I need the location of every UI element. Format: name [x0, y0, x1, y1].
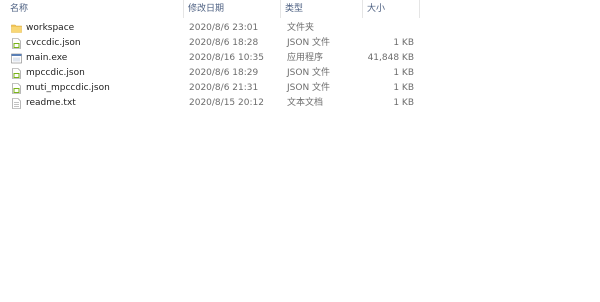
file-name: mpccdic.json — [26, 68, 85, 78]
file-size: 1 KB — [393, 83, 414, 93]
file-type: JSON 文件 — [287, 68, 331, 78]
file-name: cvccdic.json — [26, 38, 81, 48]
json-file-icon — [11, 38, 22, 49]
file-name: muti_mpccdic.json — [26, 83, 110, 93]
file-row[interactable]: readme.txt 2020/8/15 20:12 文本文档 1 KB — [0, 96, 420, 111]
json-file-icon — [11, 83, 22, 94]
file-size: 1 KB — [393, 98, 414, 108]
file-name: main.exe — [26, 53, 68, 63]
file-date: 2020/8/15 20:12 — [189, 98, 264, 108]
folder-icon — [11, 23, 22, 34]
exe-file-icon — [11, 53, 22, 64]
json-file-icon — [11, 68, 22, 79]
file-type: JSON 文件 — [287, 83, 331, 93]
file-date: 2020/8/6 21:31 — [189, 83, 259, 93]
file-row[interactable]: workspace 2020/8/6 23:01 文件夹 — [0, 21, 420, 36]
file-name: workspace — [26, 23, 75, 33]
column-header-type[interactable]: 类型 — [281, 0, 363, 18]
column-header-size[interactable]: 大小 — [363, 0, 420, 18]
file-size: 41,848 KB — [367, 53, 414, 63]
text-file-icon — [11, 98, 22, 109]
file-type: 文本文档 — [287, 98, 324, 108]
column-header-date-modified[interactable]: 修改日期 — [184, 0, 281, 18]
file-date: 2020/8/16 10:35 — [189, 53, 264, 63]
file-explorer-list: 名称 修改日期 类型 大小 workspace 2020/8/6 23:01 文… — [0, 0, 600, 302]
file-type: 应用程序 — [287, 53, 324, 63]
file-date: 2020/8/6 23:01 — [189, 23, 259, 33]
file-type: 文件夹 — [287, 23, 315, 33]
column-header-name[interactable]: 名称 — [6, 0, 184, 18]
file-date: 2020/8/6 18:28 — [189, 38, 259, 48]
file-row[interactable]: cvccdic.json 2020/8/6 18:28 JSON 文件 1 KB — [0, 36, 420, 51]
file-row[interactable]: mpccdic.json 2020/8/6 18:29 JSON 文件 1 KB — [0, 66, 420, 81]
file-name: readme.txt — [26, 98, 76, 108]
file-type: JSON 文件 — [287, 38, 331, 48]
file-size: 1 KB — [393, 68, 414, 78]
file-size: 1 KB — [393, 38, 414, 48]
column-header-row: 名称 修改日期 类型 大小 — [0, 0, 420, 18]
file-row[interactable]: main.exe 2020/8/16 10:35 应用程序 41,848 KB — [0, 51, 420, 66]
file-row[interactable]: muti_mpccdic.json 2020/8/6 21:31 JSON 文件… — [0, 81, 420, 96]
file-date: 2020/8/6 18:29 — [189, 68, 259, 78]
file-list: workspace 2020/8/6 23:01 文件夹 cvccdic.jso… — [0, 21, 420, 111]
